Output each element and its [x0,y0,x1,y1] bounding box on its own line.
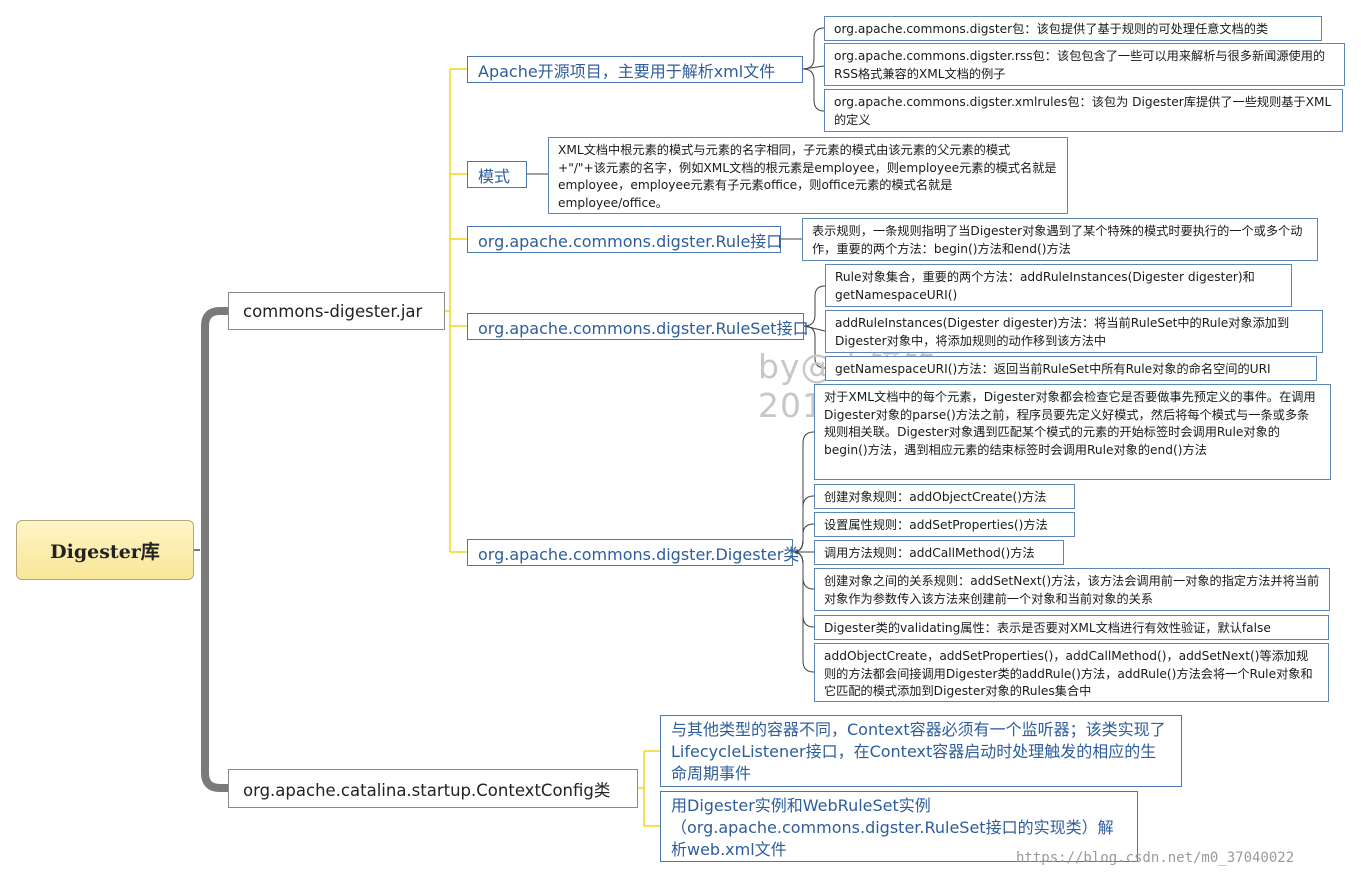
leaf-digster-package[interactable]: org.apache.commons.digster包：该包提供了基于规则的可处… [824,16,1322,41]
leaf-rule-description[interactable]: 表示规则，一条规则指明了当Digester对象遇到了某个特殊的模式时要执行的一个… [802,218,1318,261]
source-credit: https://blog.csdn.net/m0_37040022 [1016,850,1295,866]
node-label: org.apache.commons.digster.Rule接口 [478,231,783,251]
leaf-addsetnext[interactable]: 创建对象之间的关系规则：addSetNext()方法，该方法会调用前一对象的指定… [814,568,1330,611]
node-ruleset-interface[interactable]: org.apache.commons.digster.RuleSet接口 [467,313,809,340]
node-contextconfig[interactable]: org.apache.catalina.startup.ContextConfi… [228,769,638,808]
leaf-addrule[interactable]: addObjectCreate，addSetProperties()，addCa… [814,643,1329,702]
node-rule-interface[interactable]: org.apache.commons.digster.Rule接口 [467,226,783,253]
node-commons-digester-jar[interactable]: commons-digester.jar [228,292,445,330]
leaf-getnamespaceuri[interactable]: getNamespaceURI()方法：返回当前RuleSet中所有Rule对象… [825,356,1317,381]
leaf-digester-overview[interactable]: 对于XML文档中的每个元素，Digester对象都会检查它是否要做事先预定义的事… [814,384,1331,480]
root-node-label: Digester库 [50,540,160,563]
leaf-rss-package[interactable]: org.apache.commons.digster.rss包：该包包含了一些可… [824,43,1345,86]
leaf-addobjectcreate[interactable]: 创建对象规则：addObjectCreate()方法 [814,484,1075,509]
leaf-addsetproperties[interactable]: 设置属性规则：addSetProperties()方法 [814,512,1075,537]
leaf-addcallmethod[interactable]: 调用方法规则：addCallMethod()方法 [814,540,1064,565]
node-apache-project[interactable]: Apache开源项目，主要用于解析xml文件 [467,56,803,83]
leaf-addruleinstances[interactable]: addRuleInstances(Digester digester)方法：将当… [825,310,1323,353]
node-label: Apache开源项目，主要用于解析xml文件 [478,61,776,81]
leaf-xmlrules-package[interactable]: org.apache.commons.digster.xmlrules包：该包为… [824,89,1343,132]
node-label: org.apache.commons.digster.Digester类 [478,544,800,564]
node-label: 模式 [478,166,511,186]
leaf-validating[interactable]: Digester类的validating属性：表示是否要对XML文档进行有效性验… [814,615,1329,640]
node-label: commons-digester.jar [243,301,423,321]
root-node[interactable]: Digester库 [16,520,194,580]
node-contextconfig-listener[interactable]: 与其他类型的容器不同，Context容器必须有一个监听器；该类实现了Lifecy… [660,715,1182,787]
leaf-ruleset-collection[interactable]: Rule对象集合，重要的两个方法：addRuleInstances(Digest… [825,264,1292,307]
leaf-pattern-description[interactable]: XML文档中根元素的模式与元素的名字相同，子元素的模式由该元素的父元素的模式+"… [548,137,1068,214]
node-label: org.apache.catalina.startup.ContextConfi… [243,780,611,800]
node-label: org.apache.commons.digster.RuleSet接口 [478,318,809,338]
node-digester-class[interactable]: org.apache.commons.digster.Digester类 [467,539,799,566]
node-pattern[interactable]: 模式 [467,161,527,188]
